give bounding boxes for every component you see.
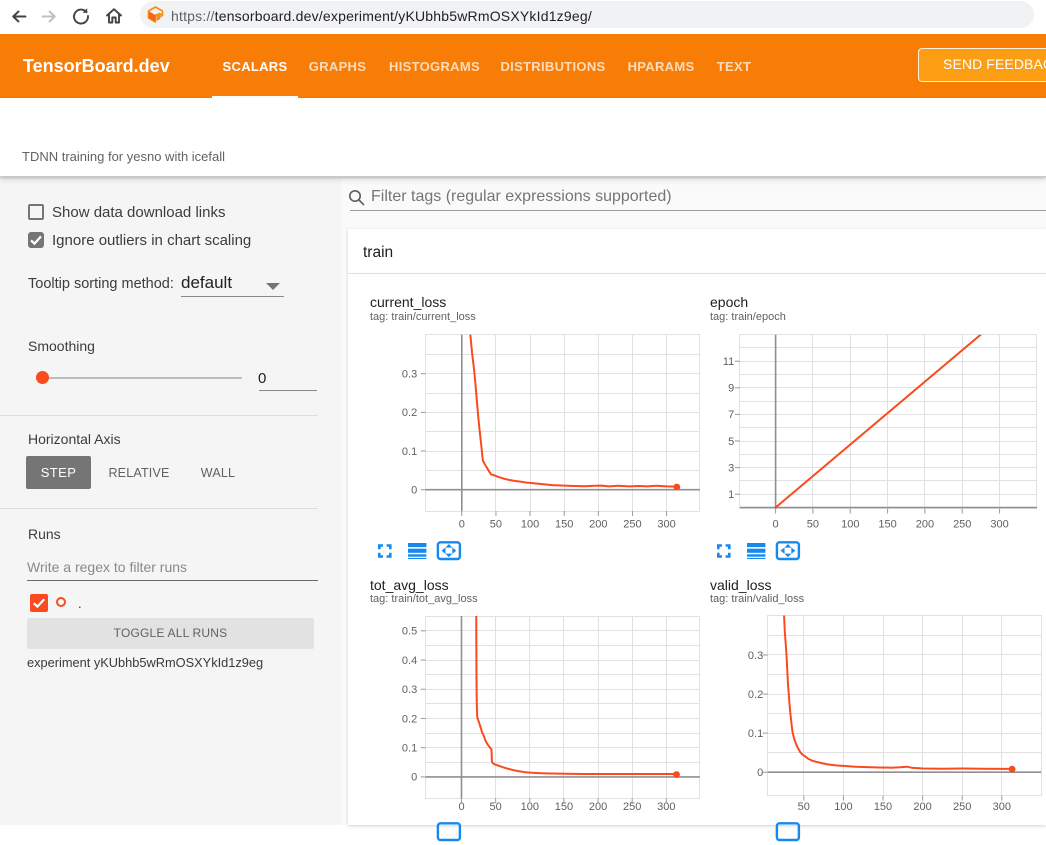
- svg-text:100: 100: [521, 518, 539, 530]
- svg-text:200: 200: [913, 801, 931, 813]
- svg-text:200: 200: [916, 518, 934, 530]
- svg-text:200: 200: [589, 518, 607, 530]
- svg-text:150: 150: [874, 801, 892, 813]
- svg-text:200: 200: [589, 801, 607, 813]
- svg-text:0.1: 0.1: [402, 742, 417, 754]
- svg-text:0.2: 0.2: [748, 689, 763, 701]
- svg-text:50: 50: [798, 801, 810, 813]
- svg-text:50: 50: [807, 518, 819, 530]
- svg-text:7: 7: [728, 409, 734, 421]
- svg-text:150: 150: [555, 801, 573, 813]
- svg-text:11: 11: [723, 356, 734, 368]
- svg-text:1: 1: [728, 489, 734, 501]
- svg-text:50: 50: [490, 518, 502, 530]
- svg-text:250: 250: [623, 801, 641, 813]
- svg-text:0: 0: [458, 801, 464, 813]
- svg-text:0: 0: [411, 772, 417, 784]
- svg-text:250: 250: [953, 518, 971, 530]
- svg-text:300: 300: [993, 801, 1011, 813]
- svg-text:300: 300: [657, 518, 675, 530]
- svg-text:0: 0: [773, 518, 779, 530]
- svg-text:50: 50: [490, 801, 502, 813]
- svg-text:0: 0: [757, 767, 763, 779]
- svg-text:250: 250: [953, 801, 971, 813]
- svg-text:0.2: 0.2: [402, 713, 417, 725]
- svg-text:9: 9: [728, 383, 734, 395]
- svg-text:100: 100: [521, 801, 539, 813]
- svg-text:0.3: 0.3: [402, 684, 417, 696]
- svg-text:3: 3: [728, 462, 734, 474]
- svg-text:300: 300: [657, 801, 675, 813]
- svg-text:300: 300: [990, 518, 1008, 530]
- svg-text:0: 0: [459, 518, 465, 530]
- svg-text:0: 0: [411, 485, 417, 497]
- svg-text:0.4: 0.4: [402, 655, 417, 667]
- svg-text:5: 5: [728, 436, 734, 448]
- svg-text:0.1: 0.1: [748, 728, 763, 740]
- svg-text:0.3: 0.3: [402, 368, 417, 380]
- svg-text:0.1: 0.1: [402, 446, 417, 458]
- svg-text:250: 250: [623, 518, 641, 530]
- svg-text:150: 150: [555, 518, 573, 530]
- svg-text:150: 150: [878, 518, 896, 530]
- svg-text:0.2: 0.2: [402, 407, 417, 419]
- svg-text:0.5: 0.5: [402, 626, 417, 638]
- svg-text:0.3: 0.3: [748, 650, 763, 662]
- svg-text:100: 100: [834, 801, 852, 813]
- svg-text:100: 100: [841, 518, 859, 530]
